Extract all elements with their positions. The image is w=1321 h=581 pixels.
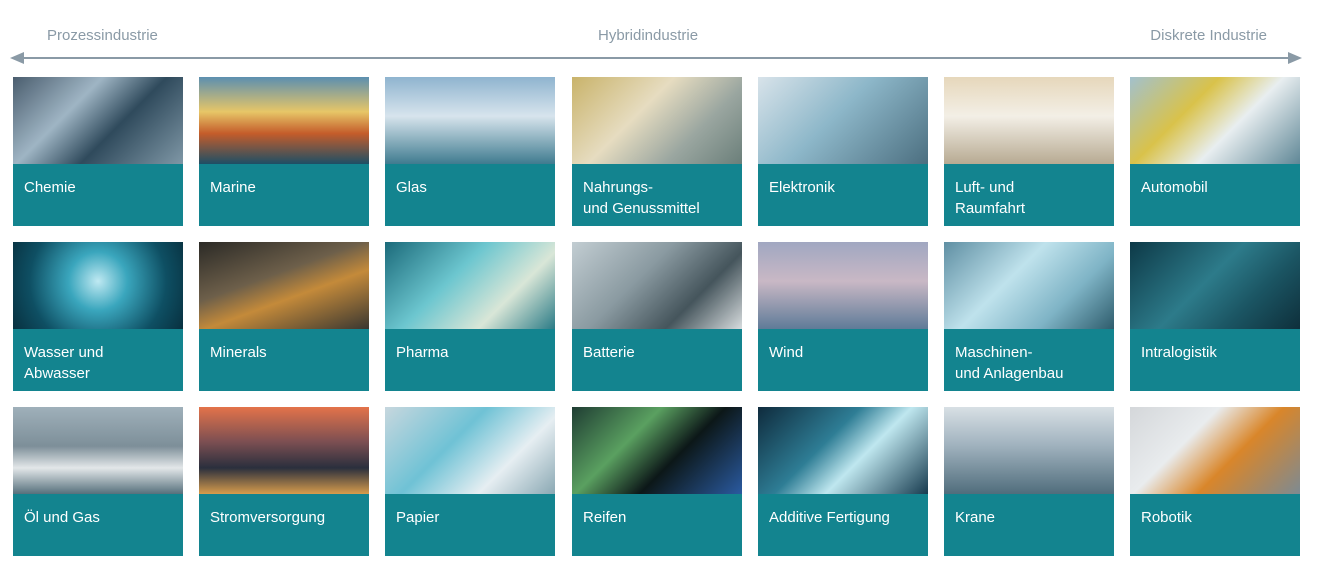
tile-label: Robotik [1141, 509, 1192, 526]
maschinenbau-image [944, 242, 1114, 329]
tile-label: Batterie [583, 344, 635, 361]
tile-label: Stromversorgung [210, 509, 326, 526]
chemie-image [13, 77, 183, 164]
tile-label: Glas [396, 179, 427, 196]
tile-label: Krane [955, 509, 996, 526]
tile-label: Wasser und Abwasser [24, 344, 104, 382]
tile-papier[interactable]: Papier [385, 407, 555, 556]
wind-image [758, 242, 928, 329]
stromversorgung-image [199, 407, 369, 494]
tile-label: Minerals [210, 344, 267, 361]
automobil-image [1130, 77, 1300, 164]
tile-chemie[interactable]: Chemie [13, 77, 183, 226]
elektronik-image [758, 77, 928, 164]
industry-tile-grid: Chemie Marine Glas Nahrungs- und Genussm… [13, 77, 1303, 557]
tile-label: Intralogistik [1141, 344, 1217, 361]
tile-robotik[interactable]: Robotik [1130, 407, 1300, 556]
oel-und-gas-image [13, 407, 183, 494]
tile-intralogistik[interactable]: Intralogistik [1130, 242, 1300, 391]
tile-batterie[interactable]: Batterie [572, 242, 742, 391]
tile-label: Öl und Gas [24, 509, 100, 526]
pharma-image [385, 242, 555, 329]
additive-fertigung-image [758, 407, 928, 494]
tile-label: Elektronik [769, 179, 835, 196]
tile-label: Nahrungs- und Genussmittel [583, 179, 700, 217]
tile-marine[interactable]: Marine [199, 77, 369, 226]
tile-stromversorgung[interactable]: Stromversorgung [199, 407, 369, 556]
tile-wasser-und-abwasser[interactable]: Wasser und Abwasser [13, 242, 183, 391]
wasser-image [13, 242, 183, 329]
tile-luft-und-raumfahrt[interactable]: Luft- und Raumfahrt [944, 77, 1114, 226]
papier-image [385, 407, 555, 494]
tile-pharma[interactable]: Pharma [385, 242, 555, 391]
batterie-image [572, 242, 742, 329]
double-arrow-icon [10, 52, 1302, 64]
tile-label: Additive Fertigung [769, 509, 890, 526]
tile-label: Wind [769, 344, 804, 361]
tile-oel-und-gas[interactable]: Öl und Gas [13, 407, 183, 556]
robotik-image [1130, 407, 1300, 494]
tile-nahrungs-und-genussmittel[interactable]: Nahrungs- und Genussmittel [572, 77, 742, 226]
luft-und-raumfahrt-image [944, 77, 1114, 164]
tile-wind[interactable]: Wind [758, 242, 928, 391]
tile-label: Papier [396, 509, 440, 526]
discrete-industry-label: Diskrete Industrie [1150, 27, 1267, 44]
tile-automobil[interactable]: Automobil [1130, 77, 1300, 226]
tile-minerals[interactable]: Minerals [199, 242, 369, 391]
tile-label: Marine [210, 179, 256, 196]
nahrungsmittel-image [572, 77, 742, 164]
tile-label: Reifen [583, 509, 627, 526]
tile-krane[interactable]: Krane [944, 407, 1114, 556]
process-industry-label: Prozessindustrie [47, 27, 158, 44]
tile-label: Chemie [24, 179, 76, 196]
tile-additive-fertigung[interactable]: Additive Fertigung [758, 407, 928, 556]
tile-label: Automobil [1141, 179, 1208, 196]
tile-label: Maschinen- und Anlagenbau [955, 344, 1064, 382]
tile-label: Pharma [396, 344, 449, 361]
industry-spectrum-header: Prozessindustrie Hybridindustrie Diskret… [0, 0, 1321, 50]
tile-elektronik[interactable]: Elektronik [758, 77, 928, 226]
tile-maschinen-und-anlagenbau[interactable]: Maschinen- und Anlagenbau [944, 242, 1114, 391]
reifen-image [572, 407, 742, 494]
tile-label: Luft- und Raumfahrt [955, 179, 1026, 217]
tile-reifen[interactable]: Reifen [572, 407, 742, 556]
marine-image [199, 77, 369, 164]
hybrid-industry-label: Hybridindustrie [598, 27, 699, 44]
intralogistik-image [1130, 242, 1300, 329]
glas-image [385, 77, 555, 164]
tile-glas[interactable]: Glas [385, 77, 555, 226]
minerals-image [199, 242, 369, 329]
krane-image [944, 407, 1114, 494]
